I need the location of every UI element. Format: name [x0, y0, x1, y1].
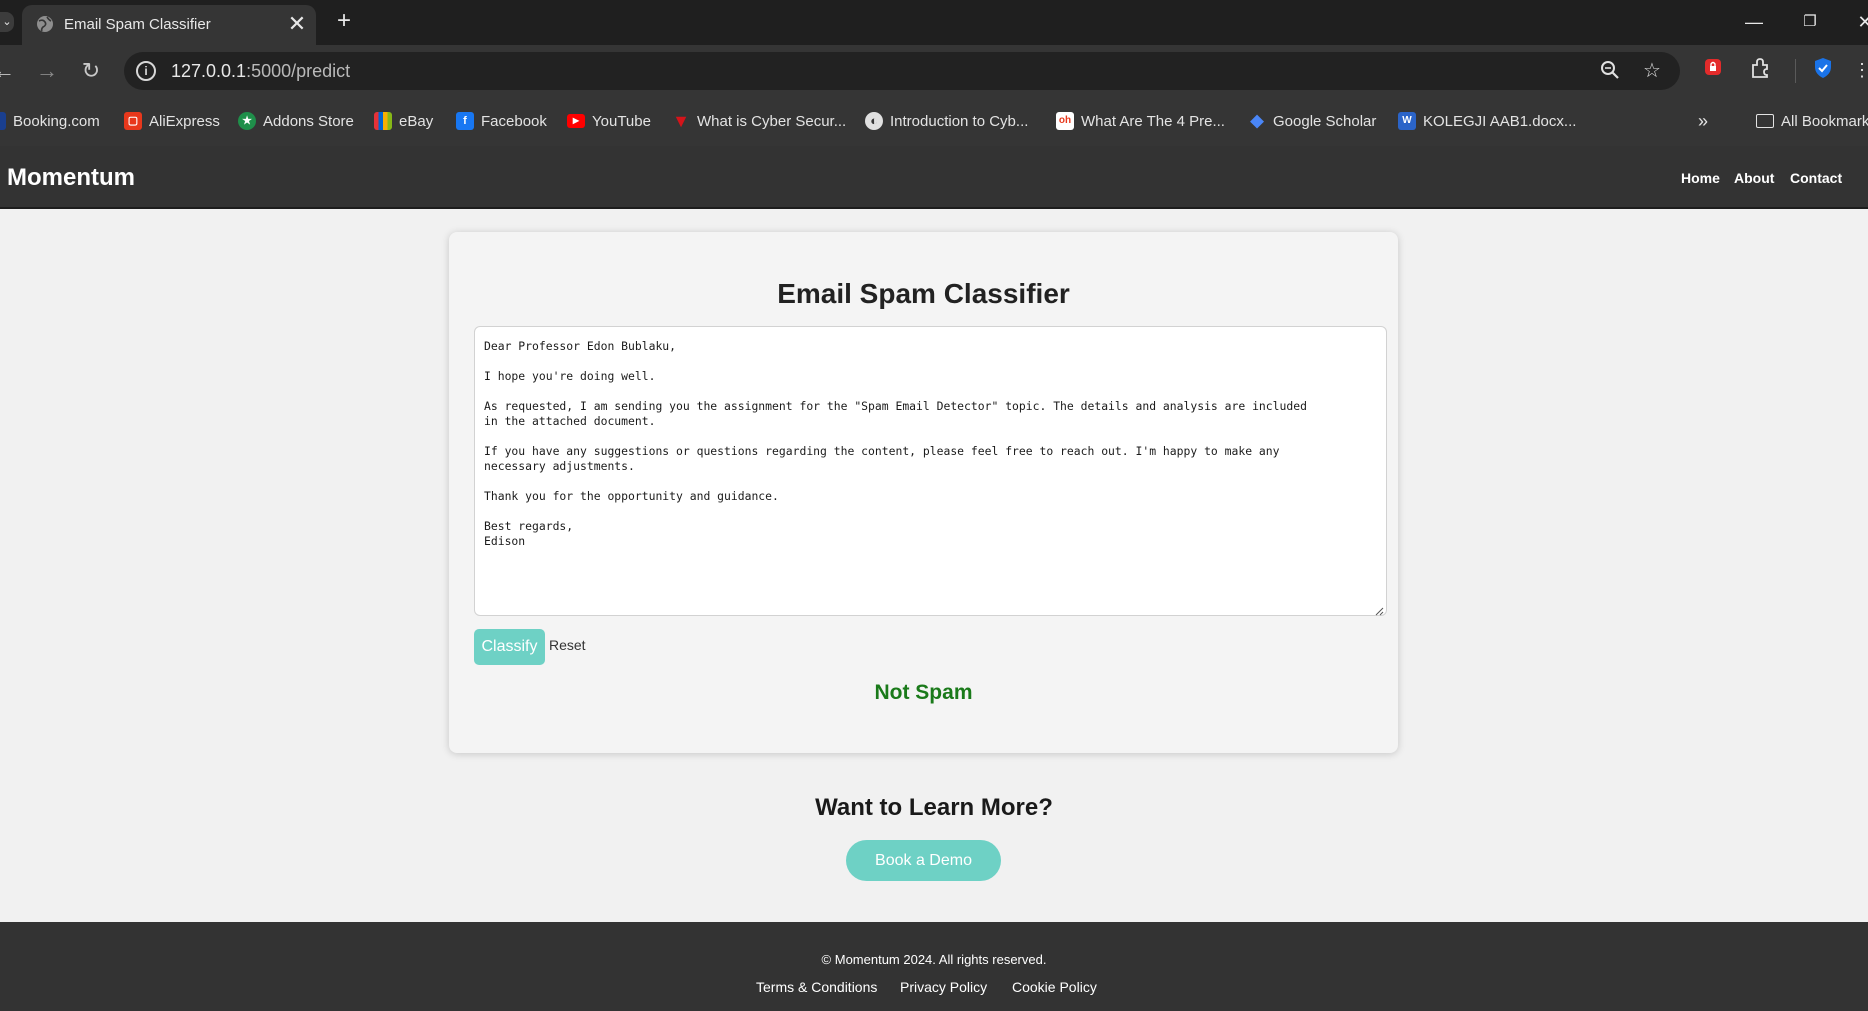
page-title: Email Spam Classifier [777, 278, 1070, 309]
bookmark-intro-cyber[interactable]: ◐ Introduction to Cyb... [865, 111, 1028, 131]
bookmark-kolegji-doc[interactable]: W KOLEGJI AAB1.docx... [1398, 111, 1576, 131]
reload-icon[interactable]: ↻ [77, 57, 105, 85]
bookmark-label: Introduction to Cyb... [890, 112, 1029, 130]
more-bookmarks-chevron-icon[interactable]: » [1698, 111, 1708, 131]
site-footer: © Momentum 2024. All rights reserved. Te… [0, 922, 1868, 1011]
bookmark-label: Booking.com [13, 112, 100, 130]
bookmark-cyber-security[interactable]: ▼ What is Cyber Secur... [672, 111, 846, 131]
bookmark-facebook[interactable]: f Facebook [456, 111, 547, 131]
close-window-icon[interactable]: ✕ [1850, 8, 1868, 36]
footer-link-privacy[interactable]: Privacy Policy [900, 979, 987, 995]
facebook-icon: f [456, 112, 474, 130]
extension-lock-icon[interactable] [1700, 57, 1726, 83]
nav-contact[interactable]: Contact [1790, 170, 1842, 186]
zoom-search-icon[interactable] [1598, 59, 1622, 83]
learn-more-title: Want to Learn More? [815, 794, 1053, 821]
browser-toolbar: ← → ↻ i 127.0.0.1:5000/predict ☆ ⋮ [0, 45, 1868, 95]
booking-icon [0, 112, 6, 130]
bookmark-label: Addons Store [263, 112, 354, 130]
browser-menu-icon[interactable]: ⋮ [1853, 57, 1868, 83]
bookmark-youtube[interactable]: ▶ YouTube [567, 111, 651, 131]
restore-icon[interactable]: ❐ [1795, 8, 1825, 36]
google-scholar-icon: ◆ [1250, 111, 1264, 130]
bookmark-4-pre[interactable]: oh What Are The 4 Pre... [1056, 111, 1225, 131]
bookmark-addons-store[interactable]: ★ Addons Store [238, 111, 354, 131]
bitwarden-shield-icon[interactable] [1810, 57, 1836, 83]
browser-tab[interactable]: Email Spam Classifier ✕ [22, 5, 316, 45]
minimize-icon[interactable]: — [1739, 8, 1769, 36]
bookmark-ebay[interactable]: eBay [374, 111, 433, 131]
new-tab-icon[interactable]: + [330, 8, 358, 36]
footer-link-terms[interactable]: Terms & Conditions [756, 979, 877, 995]
bookmarks-bar: Booking.com ▢ AliExpress ★ Addons Store … [0, 95, 1868, 146]
toolbar-divider [1795, 59, 1796, 83]
site-brand[interactable]: Momentum [7, 164, 135, 192]
youtube-icon: ▶ [567, 114, 585, 128]
cyber-security-icon: ▼ [672, 111, 690, 131]
globe-icon: ◐ [865, 112, 883, 130]
url-text: 127.0.0.1:5000/predict [171, 61, 351, 81]
site-header: Momentum Home About Contact [0, 146, 1868, 209]
book-demo-button[interactable]: Book a Demo [846, 840, 1001, 881]
bookmark-booking[interactable]: Booking.com [0, 111, 100, 131]
word-doc-icon: W [1398, 112, 1416, 130]
bookmark-label: YouTube [592, 112, 651, 130]
bookmark-label: AliExpress [149, 112, 220, 130]
footer-link-cookie[interactable]: Cookie Policy [1012, 979, 1097, 995]
tab-title: Email Spam Classifier [64, 16, 211, 33]
bookmark-aliexpress[interactable]: ▢ AliExpress [124, 111, 220, 131]
nav-home[interactable]: Home [1681, 170, 1720, 186]
bookmark-label: Google Scholar [1273, 112, 1377, 130]
bookmark-label: What Are The 4 Pre... [1081, 112, 1225, 130]
copyright-text: © Momentum 2024. All rights reserved. [821, 952, 1047, 967]
classify-button[interactable]: Classify [474, 629, 545, 665]
site-info-icon[interactable]: i [136, 61, 156, 81]
nav-about[interactable]: About [1734, 170, 1774, 186]
browser-tab-bar: ⌄ Email Spam Classifier ✕ + — ❐ ✕ [0, 0, 1868, 45]
reset-button[interactable]: Reset [549, 637, 586, 653]
folder-icon [1756, 114, 1774, 128]
bookmark-label: What is Cyber Secur... [697, 112, 847, 130]
classification-result: Not Spam [874, 681, 973, 704]
bookmark-label: Facebook [481, 112, 547, 130]
bookmark-star-icon[interactable]: ☆ [1640, 59, 1664, 83]
addons-store-icon: ★ [238, 112, 256, 130]
oh-icon: oh [1056, 112, 1074, 130]
bookmark-label: eBay [399, 112, 434, 130]
aliexpress-icon: ▢ [124, 112, 142, 130]
close-tab-icon[interactable]: ✕ [284, 11, 310, 37]
back-icon[interactable]: ← [0, 57, 18, 85]
globe-icon [37, 16, 53, 32]
bookmark-label: KOLEGJI AAB1.docx... [1423, 112, 1577, 130]
address-bar[interactable]: i 127.0.0.1:5000/predict ☆ [124, 52, 1680, 90]
email-textarea[interactable]: Dear Professor Edon Bublaku, I hope you'… [474, 326, 1387, 616]
classifier-card: Email Spam Classifier Dear Professor Edo… [449, 232, 1398, 753]
ebay-icon [374, 112, 392, 130]
bookmark-label: All Bookmarks [1781, 112, 1868, 130]
all-bookmarks-folder[interactable]: All Bookmarks [1756, 111, 1868, 131]
extensions-puzzle-icon[interactable] [1747, 57, 1773, 83]
forward-icon[interactable]: → [33, 57, 61, 85]
bookmark-google-scholar[interactable]: ◆ Google Scholar [1248, 111, 1376, 131]
tab-search-chevron-icon[interactable]: ⌄ [0, 12, 14, 32]
resize-grip-icon[interactable] [1374, 603, 1384, 616]
